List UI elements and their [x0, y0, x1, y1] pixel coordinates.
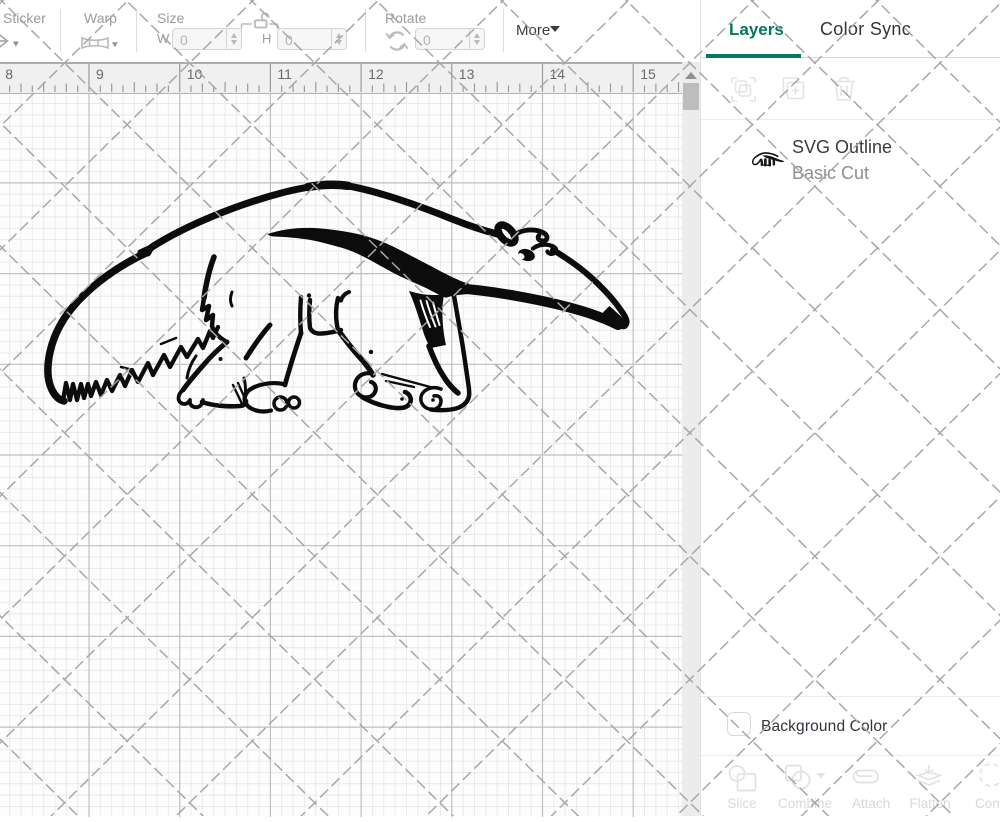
svg-text:Flatten: Flatten	[909, 796, 950, 811]
svg-text:Conto: Conto	[975, 796, 1000, 811]
svg-text:Slice: Slice	[727, 796, 756, 811]
svg-text:Combine: Combine	[778, 796, 832, 811]
svg-text:Attach: Attach	[852, 796, 890, 811]
